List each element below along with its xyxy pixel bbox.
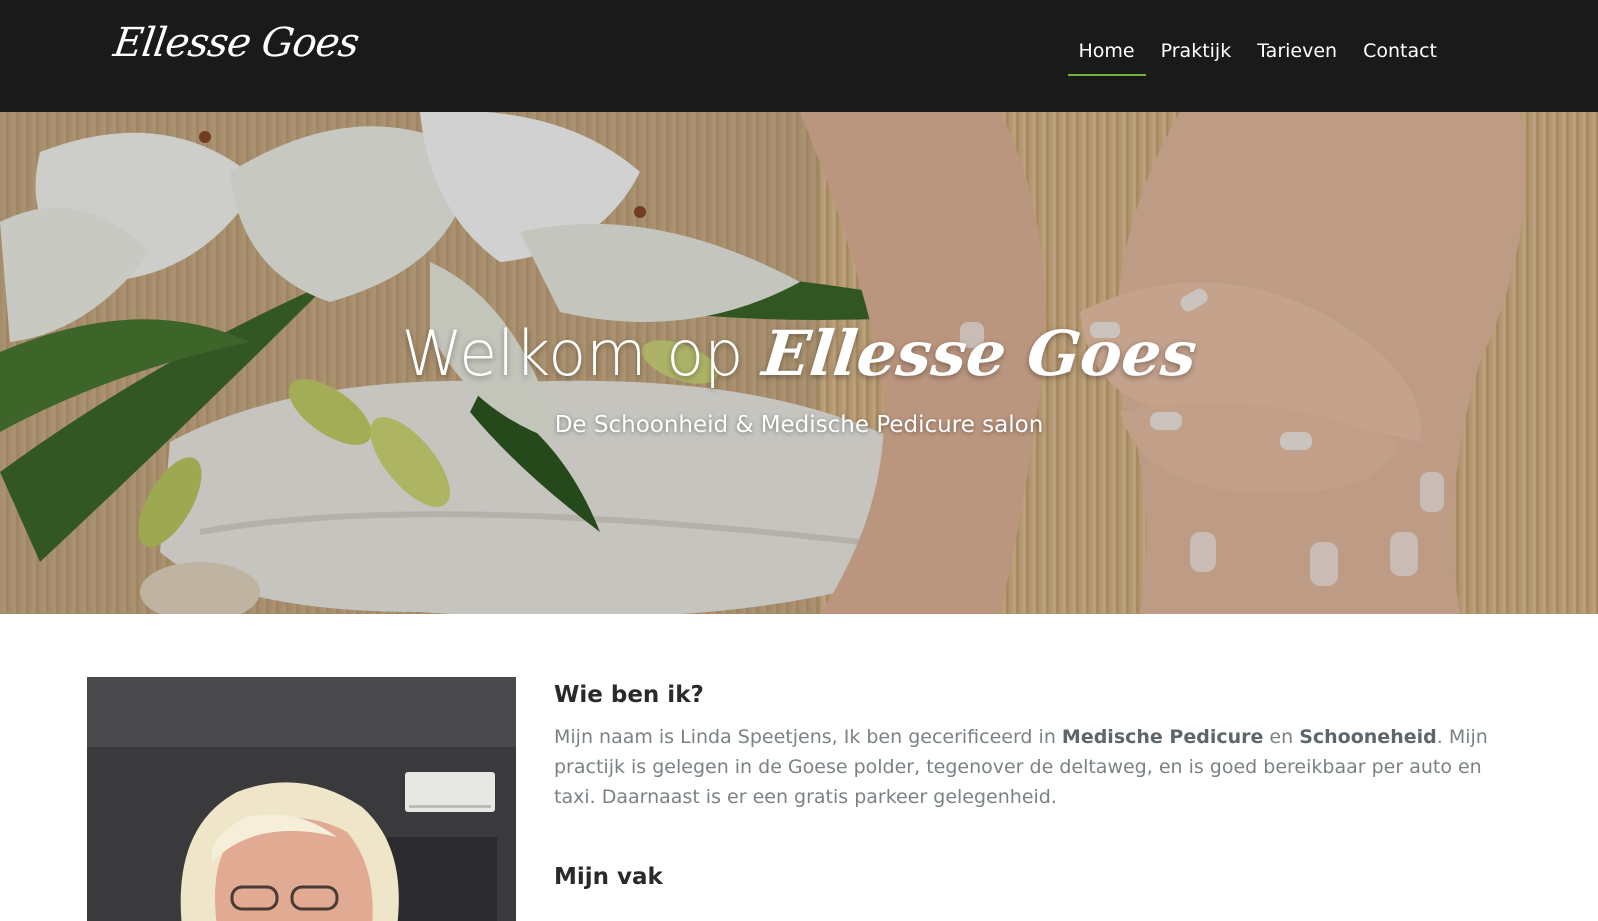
hero-subtitle: De Schoonheid & Medische Pedicure salon [554, 412, 1044, 438]
about-heading: Wie ben ik? [554, 682, 704, 708]
brand-logo[interactable]: Ellesse Goes [111, 20, 362, 66]
about-bold-2: Schooneheid [1299, 726, 1437, 748]
portrait-image [87, 677, 516, 921]
nav-home[interactable]: Home [1067, 36, 1146, 76]
about-text-1: Mijn naam is Linda Speetjens, Ik ben gec… [554, 726, 1062, 748]
nav-tarieven[interactable]: Tarieven [1246, 36, 1348, 76]
hero-title: Welkom op Ellesse Goes [0, 317, 1598, 390]
main-content: Wie ben ik? Mijn naam is Linda Speetjens… [554, 682, 1504, 904]
about-text: Mijn naam is Linda Speetjens, Ik ben gec… [554, 722, 1504, 812]
hero-title-prefix: Welkom op [401, 317, 744, 390]
nav-praktijk[interactable]: Praktijk [1150, 36, 1243, 76]
navbar: Ellesse Goes Home Praktijk Tarieven Cont… [0, 0, 1598, 112]
portrait-photo [87, 677, 516, 921]
vak-heading: Mijn vak [554, 864, 663, 890]
about-text-2: en [1263, 726, 1300, 748]
about-bold-1: Medische Pedicure [1061, 726, 1264, 748]
main-nav: Home Praktijk Tarieven Contact [1067, 36, 1448, 76]
nav-contact[interactable]: Contact [1352, 36, 1448, 76]
hero-title-brand: Ellesse Goes [759, 317, 1201, 390]
hero-banner: Welkom op Ellesse Goes De Schoonheid & M… [0, 112, 1598, 614]
